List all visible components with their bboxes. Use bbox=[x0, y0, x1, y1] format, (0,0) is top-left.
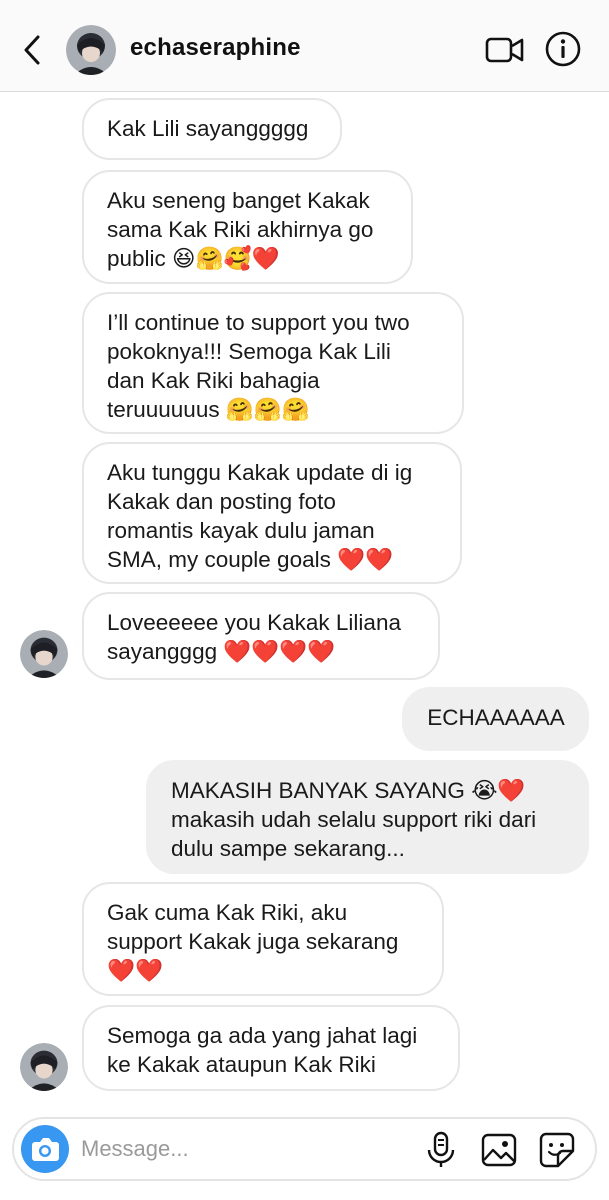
chat-header: echaseraphine bbox=[0, 0, 609, 92]
message-bubble-incoming[interactable]: Aku seneng banget Kakak sama Kak Riki ak… bbox=[82, 170, 413, 284]
message-bubble-incoming[interactable]: Kak Lili sayanggggg bbox=[82, 98, 342, 160]
sender-avatar[interactable] bbox=[20, 1043, 68, 1091]
video-camera-icon bbox=[485, 37, 524, 63]
message-bubble-incoming[interactable]: I’ll continue to support you two pokokny… bbox=[82, 292, 464, 434]
message-input[interactable] bbox=[81, 1133, 401, 1165]
camera-icon bbox=[32, 1138, 59, 1161]
sender-avatar[interactable] bbox=[20, 630, 68, 678]
message-composer bbox=[12, 1117, 597, 1181]
info-button[interactable] bbox=[545, 31, 581, 67]
back-button[interactable] bbox=[18, 30, 48, 70]
image-gallery-icon bbox=[481, 1133, 517, 1167]
message-bubble-incoming[interactable]: Loveeeeee you Kakak Liliana sayangggg ❤️… bbox=[82, 592, 440, 680]
dm-thread-screen: echaseraphine Kak Lili sayanggggg Aku se… bbox=[0, 0, 609, 1200]
chevron-left-icon bbox=[24, 35, 40, 65]
voice-message-button[interactable] bbox=[424, 1131, 458, 1169]
video-call-button[interactable] bbox=[485, 34, 525, 66]
message-bubble-outgoing[interactable]: MAKASIH BANYAK SAYANG 😭❤️ makasih udah s… bbox=[146, 760, 589, 874]
message-bubble-incoming[interactable]: Aku tunggu Kakak update di ig Kakak dan … bbox=[82, 442, 462, 584]
message-bubble-incoming[interactable]: Gak cuma Kak Riki, aku support Kakak jug… bbox=[82, 882, 444, 996]
message-bubble-incoming[interactable]: Semoga ga ada yang jahat lagi ke Kakak a… bbox=[82, 1005, 460, 1091]
camera-button[interactable] bbox=[21, 1125, 69, 1173]
message-bubble-outgoing[interactable]: ECHAAAAAA bbox=[402, 687, 589, 751]
avatar[interactable] bbox=[66, 25, 116, 75]
sticker-button[interactable] bbox=[538, 1131, 576, 1169]
sticker-icon bbox=[539, 1132, 575, 1168]
microphone-icon bbox=[427, 1131, 455, 1167]
thread-username[interactable]: echaseraphine bbox=[130, 34, 301, 62]
info-icon bbox=[545, 31, 581, 67]
gallery-button[interactable] bbox=[480, 1132, 518, 1168]
